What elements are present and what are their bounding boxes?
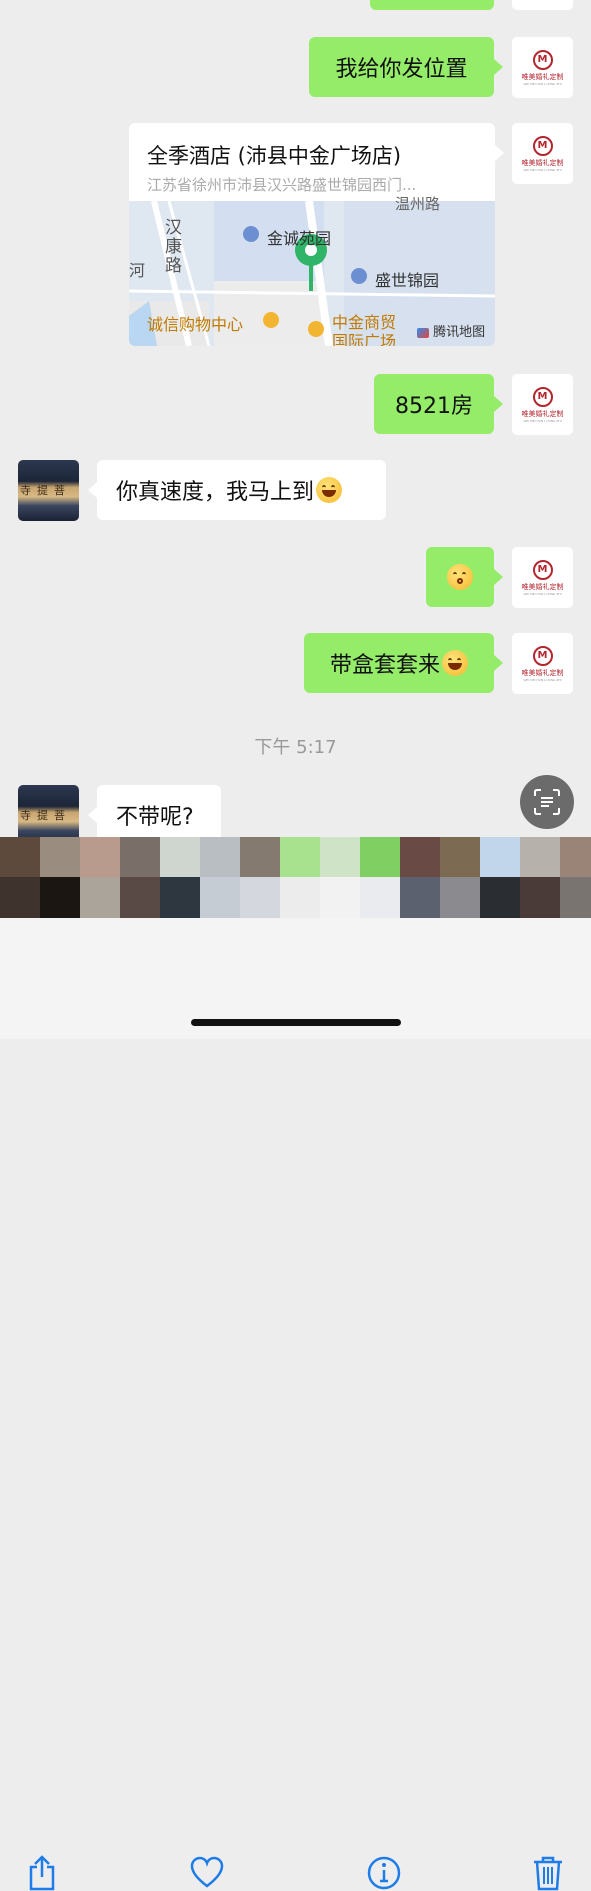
map-label-road3: 温州路 <box>395 195 441 213</box>
message-text: 你真速度，我马上到 <box>116 480 315 505</box>
avatar-contact[interactable]: 寺提菩 <box>18 460 79 521</box>
message-bubble-emoji[interactable] <box>426 547 494 607</box>
home-indicator[interactable] <box>191 1019 401 1026</box>
map-label-poi4b: 国际广场 <box>332 332 397 346</box>
message-bubble-reply-2[interactable]: 不带呢? <box>97 785 221 845</box>
text-scan-button[interactable] <box>520 775 574 829</box>
info-icon[interactable] <box>367 1855 401 1891</box>
avatar-self[interactable]: M 唯美婚礼定制 WEI MEI HUN LI DING ZHI <box>512 633 573 694</box>
grinning-emoji-icon <box>316 477 343 503</box>
laughing-emoji-icon <box>442 650 468 676</box>
message-text: 8521房 <box>395 394 473 419</box>
logo-icon: M <box>532 559 553 580</box>
logo-icon: M <box>532 386 553 407</box>
location-title: 全季酒店 (沛县中金广场店) <box>147 144 402 168</box>
share-icon[interactable] <box>26 1855 58 1891</box>
timestamp: 下午 5:17 <box>254 737 337 758</box>
partial-bubble[interactable] <box>370 0 494 10</box>
thumbnail-strip[interactable] <box>0 837 591 918</box>
map-label-road: 汉康路 <box>165 218 182 276</box>
map-brand: 腾讯地图 <box>417 321 485 340</box>
message-bubble-request[interactable]: 带盒套套来 <box>304 633 494 693</box>
kissing-emoji-icon <box>447 564 473 590</box>
partial-avatar[interactable] <box>512 0 573 10</box>
map-label-river: 河 <box>129 261 146 280</box>
tencent-map-icon <box>417 327 429 338</box>
map-label-poi3: 诚信购物中心 <box>147 315 244 334</box>
message-text: 不带呢? <box>116 805 194 830</box>
logo-icon: M <box>532 135 553 156</box>
logo-icon: M <box>532 645 553 666</box>
map-label-poi1: 金诚苑园 <box>267 229 332 248</box>
avatar-self[interactable]: M 唯美婚礼定制 WEI MEI HUN LI DING ZHI <box>512 123 573 184</box>
thumbnail-tiles[interactable] <box>0 837 591 918</box>
message-bubble-location-text[interactable]: 我给你发位置 <box>309 37 494 97</box>
logo-icon: M <box>532 49 553 70</box>
location-card[interactable]: 全季酒店 (沛县中金广场店) 江苏省徐州市沛县汉兴路盛世锦园西门... 汉康路 … <box>129 123 495 346</box>
location-address: 江苏省徐州市沛县汉兴路盛世锦园西门... <box>147 176 417 194</box>
avatar-self[interactable]: M 唯美婚礼定制 WEI MEI HUN LI DING ZHI <box>512 547 573 608</box>
text-scan-icon <box>534 789 560 815</box>
heart-icon[interactable] <box>190 1855 224 1891</box>
message-text: 我给你发位置 <box>335 57 468 82</box>
message-bubble-reply[interactable]: 你真速度，我马上到 <box>97 460 386 520</box>
avatar-self[interactable]: M 唯美婚礼定制 WEI MEI HUN LI DING ZHI <box>512 374 573 435</box>
trash-icon[interactable] <box>532 1855 564 1891</box>
message-text: 带盒套套来 <box>329 653 440 678</box>
bottom-toolbar <box>0 918 591 1891</box>
map-preview[interactable]: 汉康路 河 温州路 金诚苑园 盛世锦园 诚信购物中心 中金商贸 国际广场 腾讯地… <box>129 195 495 346</box>
map-label-poi2: 盛世锦园 <box>375 271 440 290</box>
message-bubble-room[interactable]: 8521房 <box>374 374 494 434</box>
avatar-self[interactable]: M 唯美婚礼定制 WEI MEI HUN LI DING ZHI <box>512 37 573 98</box>
